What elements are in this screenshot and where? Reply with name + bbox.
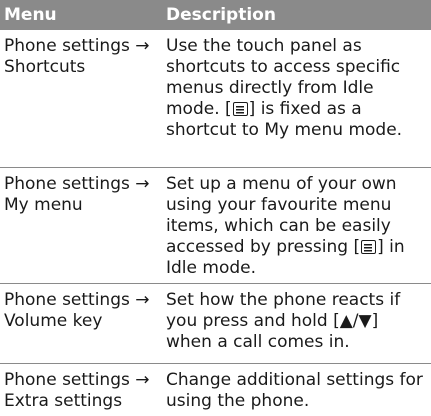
- table-row: Phone settings → Shortcuts Use the touch…: [0, 30, 431, 168]
- menu-column-header: Menu: [4, 5, 57, 25]
- menu-key-icon: [232, 102, 248, 116]
- menu-cell: Phone settings → Volume key: [4, 290, 150, 331]
- table-row: Phone settings → Extra settings Change a…: [0, 364, 431, 416]
- description-cell: Change additional settings for using the…: [166, 370, 423, 411]
- settings-table: Menu Description Phone settings → Shortc…: [0, 0, 431, 416]
- table-row: Phone settings → Volume key Set how the …: [0, 284, 431, 364]
- menu-key-icon: [361, 240, 377, 254]
- menu-cell: Phone settings → My menu: [4, 174, 150, 215]
- table-header: Menu Description: [0, 0, 431, 30]
- description-cell: Set up a menu of your own using your fav…: [160, 168, 431, 283]
- description-cell: Set how the phone reacts if you press an…: [166, 290, 401, 352]
- menu-cell: Phone settings → Shortcuts: [4, 36, 150, 77]
- menu-cell: Phone settings → Extra settings: [4, 370, 150, 411]
- description-cell: Use the touch panel as shortcuts to acce…: [160, 30, 431, 167]
- description-column-header: Description: [166, 5, 276, 25]
- table-row: Phone settings → My menu Set up a menu o…: [0, 168, 431, 284]
